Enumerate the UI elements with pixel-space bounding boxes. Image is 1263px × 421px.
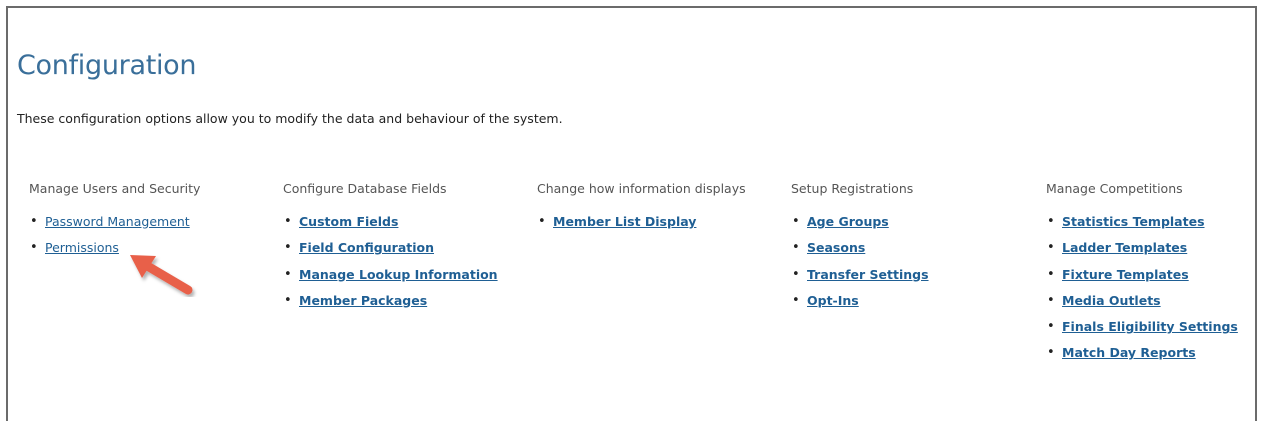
- column-database-fields: Configure Database Fields • Custom Fields…: [283, 181, 498, 319]
- bullet-icon: •: [284, 214, 292, 229]
- list-item: • Member List Display: [537, 214, 746, 240]
- link-fixture-templates[interactable]: Fixture Templates: [1062, 267, 1189, 282]
- link-match-day-reports[interactable]: Match Day Reports: [1062, 345, 1196, 360]
- list-item: • Opt-Ins: [791, 293, 929, 319]
- link-custom-fields[interactable]: Custom Fields: [299, 214, 398, 229]
- bullet-icon: •: [1047, 319, 1055, 335]
- link-age-groups[interactable]: Age Groups: [807, 214, 889, 229]
- list-item: • Custom Fields: [283, 214, 498, 240]
- link-field-configuration[interactable]: Field Configuration: [299, 240, 434, 255]
- bullet-icon: •: [792, 292, 800, 308]
- link-list: • Member List Display: [537, 214, 746, 240]
- list-item: • Match Day Reports: [1046, 345, 1238, 371]
- list-item: • Finals Eligibility Settings: [1046, 319, 1238, 345]
- column-heading: Configure Database Fields: [283, 181, 447, 196]
- list-item: • Ladder Templates: [1046, 240, 1238, 266]
- page-title: Configuration: [17, 50, 197, 81]
- column-heading: Manage Users and Security: [29, 181, 201, 196]
- bullet-icon: •: [284, 240, 292, 256]
- list-item: • Member Packages: [283, 293, 498, 319]
- link-permissions[interactable]: Permissions: [45, 240, 119, 255]
- list-item: • Transfer Settings: [791, 267, 929, 293]
- bullet-icon: •: [1047, 292, 1055, 308]
- column-heading: Manage Competitions: [1046, 181, 1183, 196]
- list-item: • Fixture Templates: [1046, 267, 1238, 293]
- bullet-icon: •: [1047, 345, 1055, 361]
- bullet-icon: •: [1047, 240, 1055, 256]
- link-ladder-templates[interactable]: Ladder Templates: [1062, 240, 1187, 255]
- link-list: • Statistics Templates • Ladder Templates …: [1046, 214, 1238, 372]
- bullet-icon: •: [538, 214, 546, 229]
- link-seasons[interactable]: Seasons: [807, 240, 865, 255]
- link-manage-lookup-information[interactable]: Manage Lookup Information: [299, 267, 498, 282]
- bullet-icon: •: [792, 214, 800, 229]
- link-media-outlets[interactable]: Media Outlets: [1062, 293, 1161, 308]
- list-item: • Seasons: [791, 240, 929, 266]
- bullet-icon: •: [30, 240, 38, 256]
- bullet-icon: •: [792, 240, 800, 256]
- bullet-icon: •: [1047, 214, 1055, 229]
- column-information-displays: Change how information displays • Member …: [537, 181, 746, 240]
- link-transfer-settings[interactable]: Transfer Settings: [807, 267, 929, 282]
- link-statistics-templates[interactable]: Statistics Templates: [1062, 214, 1205, 229]
- pointer-arrow-icon: [130, 255, 193, 295]
- column-heading: Change how information displays: [537, 181, 746, 196]
- link-list: • Custom Fields • Field Configuration • Man…: [283, 214, 498, 319]
- page-intro: These configuration options allow you to…: [17, 111, 563, 126]
- link-member-list-display[interactable]: Member List Display: [553, 214, 696, 229]
- bullet-icon: •: [1047, 266, 1055, 282]
- list-item: • Media Outlets: [1046, 293, 1238, 319]
- link-password-management[interactable]: Password Management: [45, 214, 190, 229]
- link-opt-ins[interactable]: Opt-Ins: [807, 293, 859, 308]
- bullet-icon: •: [284, 266, 292, 282]
- column-heading: Setup Registrations: [791, 181, 914, 196]
- link-list: • Age Groups • Seasons • Transfer Settings …: [791, 214, 929, 319]
- link-member-packages[interactable]: Member Packages: [299, 293, 427, 308]
- list-item: • Manage Lookup Information: [283, 267, 498, 293]
- column-manage-competitions: Manage Competitions • Statistics Template…: [1046, 181, 1238, 372]
- list-item: • Statistics Templates: [1046, 214, 1238, 240]
- bullet-icon: •: [284, 292, 292, 308]
- bullet-icon: •: [30, 214, 38, 229]
- column-setup-registrations: Setup Registrations • Age Groups • Seasons…: [791, 181, 929, 319]
- link-finals-eligibility-settings[interactable]: Finals Eligibility Settings: [1062, 319, 1238, 334]
- list-item: • Password Management: [29, 214, 200, 240]
- bullet-icon: •: [792, 266, 800, 282]
- list-item: • Age Groups: [791, 214, 929, 240]
- list-item: • Field Configuration: [283, 240, 498, 266]
